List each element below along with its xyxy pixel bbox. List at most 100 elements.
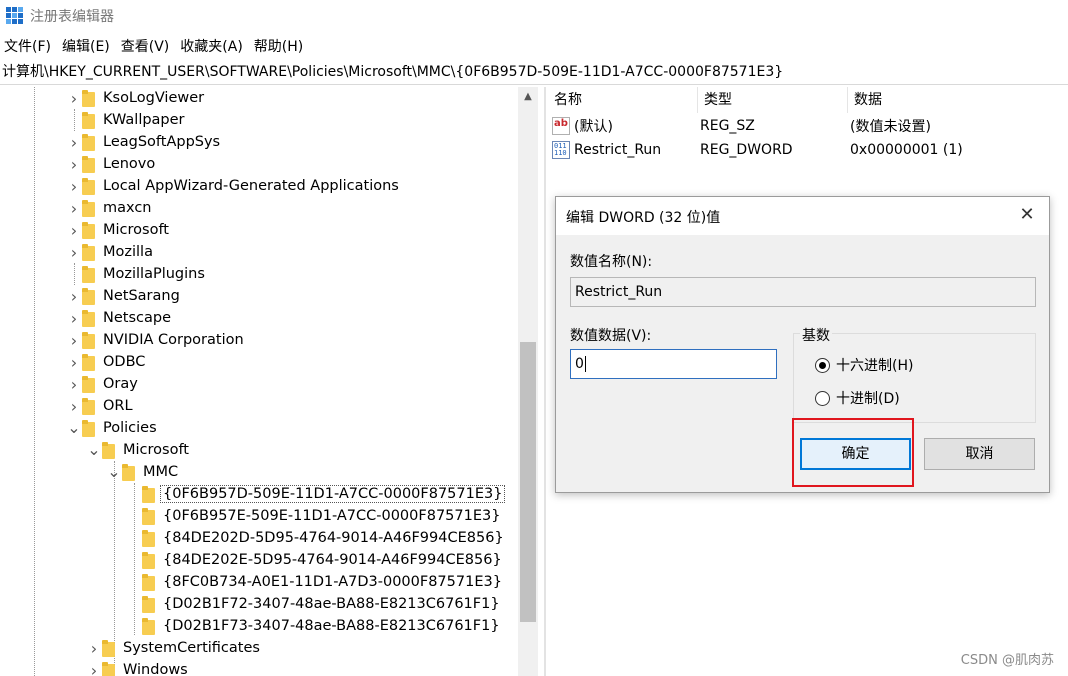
chevron-down-icon[interactable]: ⌄ [106,461,122,483]
cancel-button[interactable]: 取消 [924,438,1035,470]
chevron-down-icon[interactable]: ⌄ [86,439,102,461]
base-label: 基数 [800,325,832,345]
title-bar: 注册表编辑器 [0,0,1068,32]
chevron-right-icon[interactable]: › [66,395,82,417]
folder-icon [82,155,95,173]
menu-edit[interactable]: 编辑(E) [58,36,117,58]
scrollbar-thumb[interactable] [520,342,536,622]
tree-item[interactable]: {8FC0B734-A0E1-11D1-A7D3-0000F87571E3} [126,571,502,593]
value-type: REG_SZ [700,118,755,134]
value-name-label: 数值名称(N): [570,254,653,270]
list-row-default[interactable]: ab (默认) REG_SZ (数值未设置) [548,114,931,138]
tree-item[interactable]: › NVIDIA Corporation [66,329,244,351]
tree-scrollbar[interactable]: ▲ [518,87,538,676]
tree-item[interactable]: › SystemCertificates [86,637,260,659]
chevron-right-icon[interactable]: › [66,131,82,153]
chevron-right-icon[interactable]: › [66,197,82,219]
tree-item[interactable]: {0F6B957D-509E-11D1-A7CC-0000F87571E3} [126,483,506,505]
tree-item[interactable]: {84DE202E-5D95-4764-9014-A46F994CE856} [126,549,502,571]
tree-item-label: Lenovo [103,156,156,172]
tree-item[interactable]: › Microsoft [66,219,169,241]
pane-splitter[interactable] [544,87,546,676]
tree-item-label: Mozilla [103,244,153,260]
chevron-right-icon[interactable]: › [66,175,82,197]
tree-item-label: maxcn [103,200,152,216]
binary-value-icon: 011 110 [552,141,570,159]
chevron-right-icon[interactable]: › [66,373,82,395]
tree-item[interactable]: {D02B1F72-3407-48ae-BA88-E8213C6761F1} [126,593,500,615]
tree-item-label: {0F6B957D-509E-11D1-A7CC-0000F87571E3} [160,485,506,503]
tree-item-label: Policies [103,420,157,436]
tree-item-label: KWallpaper [103,112,185,128]
tree-item[interactable]: MozillaPlugins [66,263,205,285]
radio-hex-label: 十六进制(H) [836,358,914,374]
chevron-right-icon[interactable]: › [66,241,82,263]
radio-decimal-label: 十进制(D) [836,391,900,407]
radio-hex[interactable]: 十六进制(H) [815,355,913,375]
tree-item[interactable]: ⌄ Policies [66,417,157,439]
folder-icon [82,419,95,437]
tree-item[interactable]: {84DE202D-5D95-4764-9014-A46F994CE856} [126,527,504,549]
value-name-field[interactable]: Restrict_Run [570,277,1036,307]
close-icon[interactable]: ✕ [1017,205,1037,225]
tree-item[interactable]: KWallpaper [66,109,185,131]
address-bar[interactable]: 计算机\HKEY_CURRENT_USER\SOFTWARE\Policies\… [0,61,1068,85]
tree-item[interactable]: › ORL [66,395,133,417]
radio-checked-icon[interactable] [815,357,830,373]
folder-icon [82,221,95,239]
folder-icon [82,111,95,129]
tree-item-label: {84DE202E-5D95-4764-9014-A46F994CE856} [163,552,502,568]
tree-item[interactable]: {0F6B957E-509E-11D1-A7CC-0000F87571E3} [126,505,500,527]
column-name[interactable]: 名称 [548,87,698,113]
key-tree[interactable]: › KsoLogViewer KWallpaper › LeagSoftAppSys › L… [0,87,540,676]
folder-icon [122,463,135,481]
radio-decimal[interactable]: 十进制(D) [815,388,900,408]
value-type: REG_DWORD [700,142,793,158]
chevron-right-icon[interactable]: › [66,153,82,175]
tree-item[interactable]: › NetSarang [66,285,180,307]
chevron-right-icon[interactable]: › [66,329,82,351]
folder-icon [102,661,115,676]
tree-item-label: Netscape [103,310,171,326]
menu-help[interactable]: 帮助(H) [250,36,310,58]
tree-item[interactable]: › Mozilla [66,241,153,263]
tree-item[interactable]: › KsoLogViewer [66,87,204,109]
tree-item[interactable]: › LeagSoftAppSys [66,131,220,153]
tree-item-label: Local AppWizard-Generated Applications [103,178,399,194]
radio-unchecked-icon[interactable] [815,390,830,406]
chevron-right-icon[interactable]: › [66,307,82,329]
tree-item[interactable]: › Netscape [66,307,171,329]
column-data[interactable]: 数据 [848,87,1068,113]
tree-item[interactable]: › Windows [86,659,188,676]
tree-item[interactable]: › maxcn [66,197,152,219]
list-row-restrict-run[interactable]: 011 110 Restrict_Run REG_DWORD 0x00000001… [548,138,963,162]
tree-item[interactable]: › Lenovo [66,153,155,175]
chevron-right-icon[interactable]: › [86,637,102,659]
chevron-down-icon[interactable]: ⌄ [66,417,82,439]
column-type[interactable]: 类型 [698,87,848,113]
menu-file[interactable]: 文件(F) [0,36,58,58]
tree-item[interactable]: › ODBC [66,351,146,373]
chevron-right-icon[interactable]: › [66,351,82,373]
tree-item[interactable]: › Oray [66,373,138,395]
tree-item[interactable]: ⌄ MMC [106,461,178,483]
scroll-up-icon[interactable]: ▲ [518,87,538,107]
chevron-right-icon[interactable]: › [66,219,82,241]
folder-icon [82,353,95,371]
value-data-label: 数值数据(V): [570,328,652,344]
dialog-title-bar: 编辑 DWORD (32 位)值 ✕ [556,197,1049,235]
value-data-input[interactable]: 0 [570,349,777,379]
menu-view[interactable]: 查看(V) [117,36,177,58]
tree-item-label: {D02B1F72-3407-48ae-BA88-E8213C6761F1} [163,596,500,612]
chevron-right-icon[interactable]: › [66,285,82,307]
folder-icon [82,265,95,283]
tree-item[interactable]: {D02B1F73-3407-48ae-BA88-E8213C6761F1} [126,615,500,637]
menu-favorites[interactable]: 收藏夹(A) [176,36,250,58]
chevron-right-icon[interactable]: › [86,659,102,676]
tree-item[interactable]: › Local AppWizard-Generated Applications [66,175,399,197]
chevron-right-icon[interactable]: › [66,87,82,109]
tree-item[interactable]: ⌄ Microsoft [86,439,189,461]
